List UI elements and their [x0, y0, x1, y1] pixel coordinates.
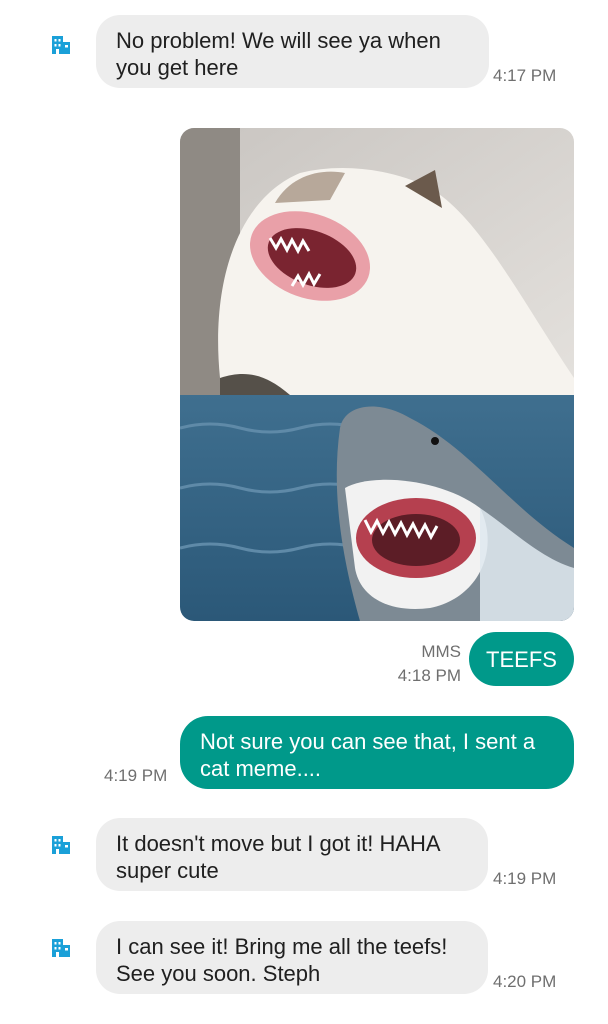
message-text-line: See you soon. Steph	[116, 961, 321, 986]
message-timestamp: 4:20 PM	[493, 972, 557, 991]
business-building-icon[interactable]	[50, 834, 72, 856]
message-timestamp: 4:19 PM	[104, 766, 168, 785]
cat-photo-icon	[180, 128, 574, 395]
incoming-message-bubble[interactable]: It doesn't move but I got it! HAHA super…	[96, 818, 488, 891]
mms-image-attachment[interactable]	[180, 128, 574, 621]
outgoing-message-bubble[interactable]: Not sure you can see that, I sent a cat …	[180, 716, 574, 789]
message-text: TEEFS	[486, 647, 557, 672]
business-building-icon[interactable]	[50, 34, 72, 56]
message-timestamp: 4:18 PM	[397, 666, 461, 685]
message-text-line: you get here	[116, 55, 239, 80]
mms-meta: MMS 4:18 PM	[398, 640, 461, 688]
message-thread: No problem! We will see ya when you get …	[0, 0, 608, 1024]
incoming-message-bubble[interactable]: I can see it! Bring me all the teefs! Se…	[96, 921, 488, 994]
message-text-line: No problem! We will see ya when	[116, 28, 441, 53]
message-timestamp: 4:19 PM	[493, 869, 557, 888]
message-timestamp: 4:17 PM	[493, 66, 557, 85]
shark-photo-icon	[180, 395, 574, 621]
business-building-icon[interactable]	[50, 937, 72, 959]
message-text-line: cat meme....	[200, 756, 322, 781]
message-text-line: I can see it! Bring me all the teefs!	[116, 934, 448, 959]
message-text-line: Not sure you can see that, I sent a	[200, 729, 536, 754]
incoming-message-bubble[interactable]: No problem! We will see ya when you get …	[96, 15, 489, 88]
mms-label: MMS	[421, 642, 461, 661]
outgoing-message-bubble[interactable]: TEEFS	[469, 632, 574, 686]
message-text-line: super cute	[116, 858, 219, 883]
message-text-line: It doesn't move but I got it! HAHA	[116, 831, 441, 856]
